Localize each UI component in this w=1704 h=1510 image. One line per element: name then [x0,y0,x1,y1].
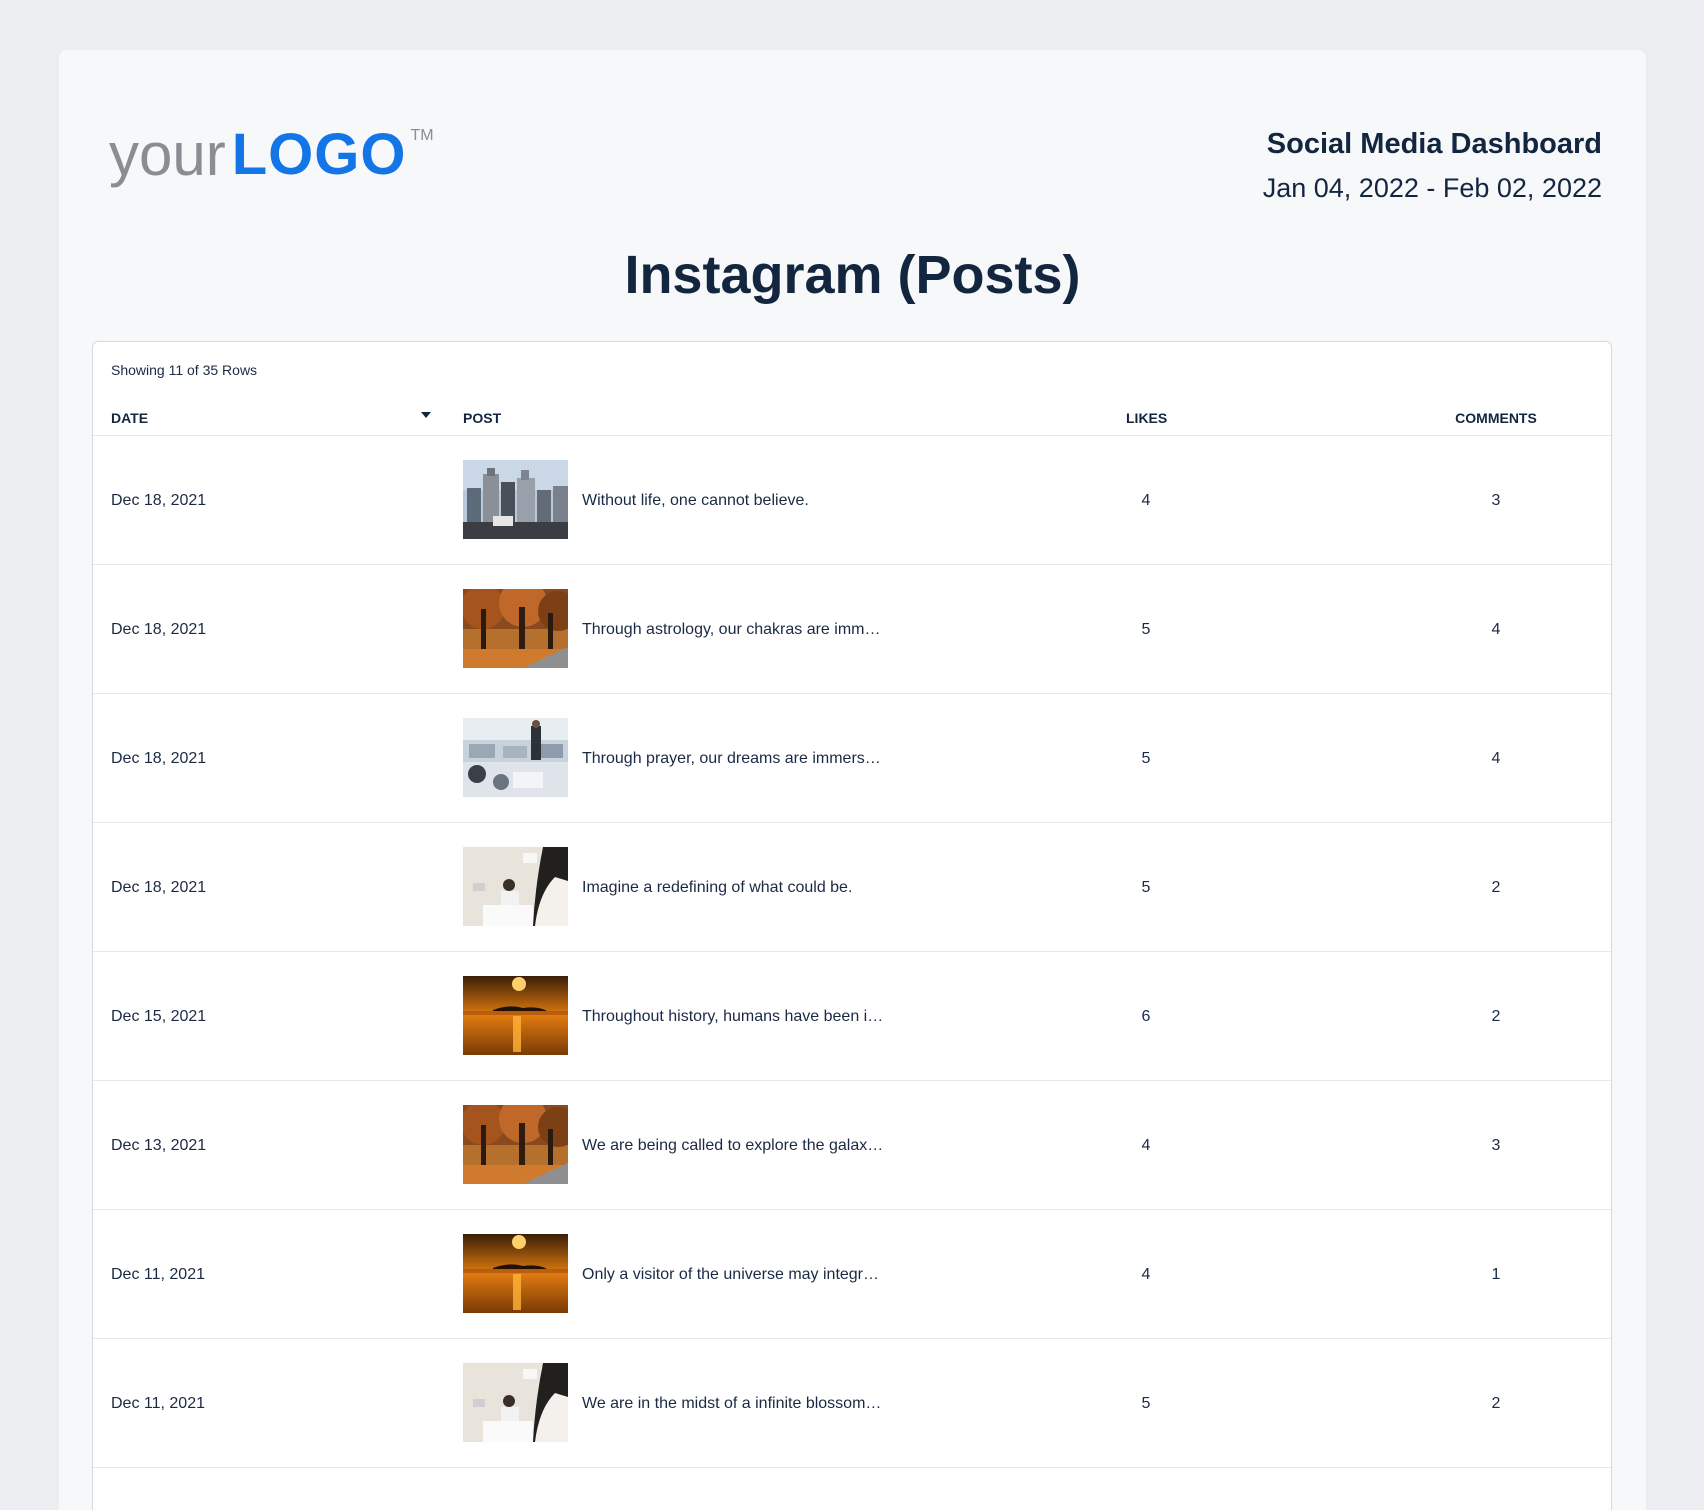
post-date: Dec 13, 2021 [111,1137,207,1154]
posts-table-panel: Showing 11 of 35 Rows DATE POST LIKES CO… [92,341,1612,1510]
column-header-post[interactable]: POST [463,410,501,426]
row-count-label: Showing 11 of 35 Rows [111,362,258,378]
post-comments: 2 [1491,879,1501,896]
autumn-trees-image[interactable] [463,589,568,668]
office-desk-image[interactable] [463,1363,568,1442]
post-date: Dec 15, 2021 [111,1008,207,1025]
company-logo: your LOGO TM [109,115,434,195]
column-header-date[interactable]: DATE [111,410,148,426]
post-text[interactable]: Through astrology, our chakras are imm… [582,621,1012,639]
post-comments: 3 [1491,1137,1501,1154]
post-date: Dec 11, 2021 [111,1395,205,1412]
post-date: Dec 18, 2021 [111,492,207,509]
post-comments: 4 [1491,621,1501,638]
post-text[interactable]: We are being called to explore the galax… [582,1137,1012,1155]
post-text[interactable]: Through prayer, our dreams are immers… [582,750,1012,768]
post-text[interactable]: Imagine a redefining of what could be. [582,879,1012,897]
sunset-water-image[interactable] [463,976,568,1055]
logo-main: LOGO [231,122,407,187]
post-comments: 2 [1491,1395,1501,1412]
office-meeting-image[interactable] [463,718,568,797]
dashboard-title: Social Media Dashboard [1266,128,1602,160]
logo-trademark: TM [410,127,434,144]
post-likes: 4 [1141,492,1151,509]
post-comments: 4 [1491,750,1501,767]
post-likes: 5 [1141,750,1151,767]
post-likes: 5 [1141,621,1151,638]
report-header: Social Media Dashboard Jan 04, 2022 - Fe… [1263,126,1602,206]
post-likes: 4 [1141,1266,1151,1283]
table-header: DATE POST LIKES COMMENTS [93,399,1611,436]
post-likes: 5 [1141,879,1151,896]
post-text[interactable]: Only a visitor of the universe may integ… [582,1266,1012,1284]
table-row[interactable]: Dec 15, 2021 Throughout history, humans … [93,952,1611,1081]
column-header-comments[interactable]: COMMENTS [1446,410,1546,426]
sort-descending-icon[interactable] [421,412,431,418]
post-text[interactable]: Without life, one cannot believe. [582,492,1012,510]
post-comments: 1 [1491,1266,1501,1283]
post-likes: 5 [1141,1395,1151,1412]
autumn-trees-image[interactable] [463,1105,568,1184]
post-date: Dec 11, 2021 [111,1266,205,1283]
table-row[interactable]: Dec 18, 2021 Through astrology, our chak… [93,565,1611,694]
table-row[interactable]: Dec 11, 2021 We are in the midst of a in… [93,1339,1611,1468]
city-buildings-image[interactable] [463,460,568,539]
post-date: Dec 18, 2021 [111,750,207,767]
table-row[interactable]: Dec 18, 2021 Without life, one cannot be… [93,436,1611,565]
post-text[interactable]: Throughout history, humans have been i… [582,1008,1012,1026]
table-row[interactable]: Dec 11, 2021 Only a visitor of the unive… [93,1210,1611,1339]
table-row[interactable]: Dec 13, 2021 We are being called to expl… [93,1081,1611,1210]
post-likes: 6 [1141,1008,1151,1025]
post-date: Dec 18, 2021 [111,621,207,638]
sunset-water-image[interactable] [463,1234,568,1313]
post-date: Dec 18, 2021 [111,879,207,896]
office-desk-image[interactable] [463,847,568,926]
table-row[interactable]: Dec 18, 2021 Imagine a redefining of wha… [93,823,1611,952]
date-range: Jan 04, 2022 - Feb 02, 2022 [1262,173,1602,203]
post-likes: 4 [1141,1137,1151,1154]
dashboard-card: your LOGO TM Social Media Dashboard Jan … [59,50,1646,1510]
column-header-likes[interactable]: LIKES [1126,410,1167,426]
page-title: Instagram (Posts) [624,245,1081,305]
post-comments: 3 [1491,492,1501,509]
post-text[interactable]: We are in the midst of a infinite blosso… [582,1395,1012,1413]
logo-prefix: your [109,121,226,188]
post-comments: 2 [1491,1008,1501,1025]
table-row[interactable]: Dec 18, 2021 Through prayer, our dreams … [93,694,1611,823]
